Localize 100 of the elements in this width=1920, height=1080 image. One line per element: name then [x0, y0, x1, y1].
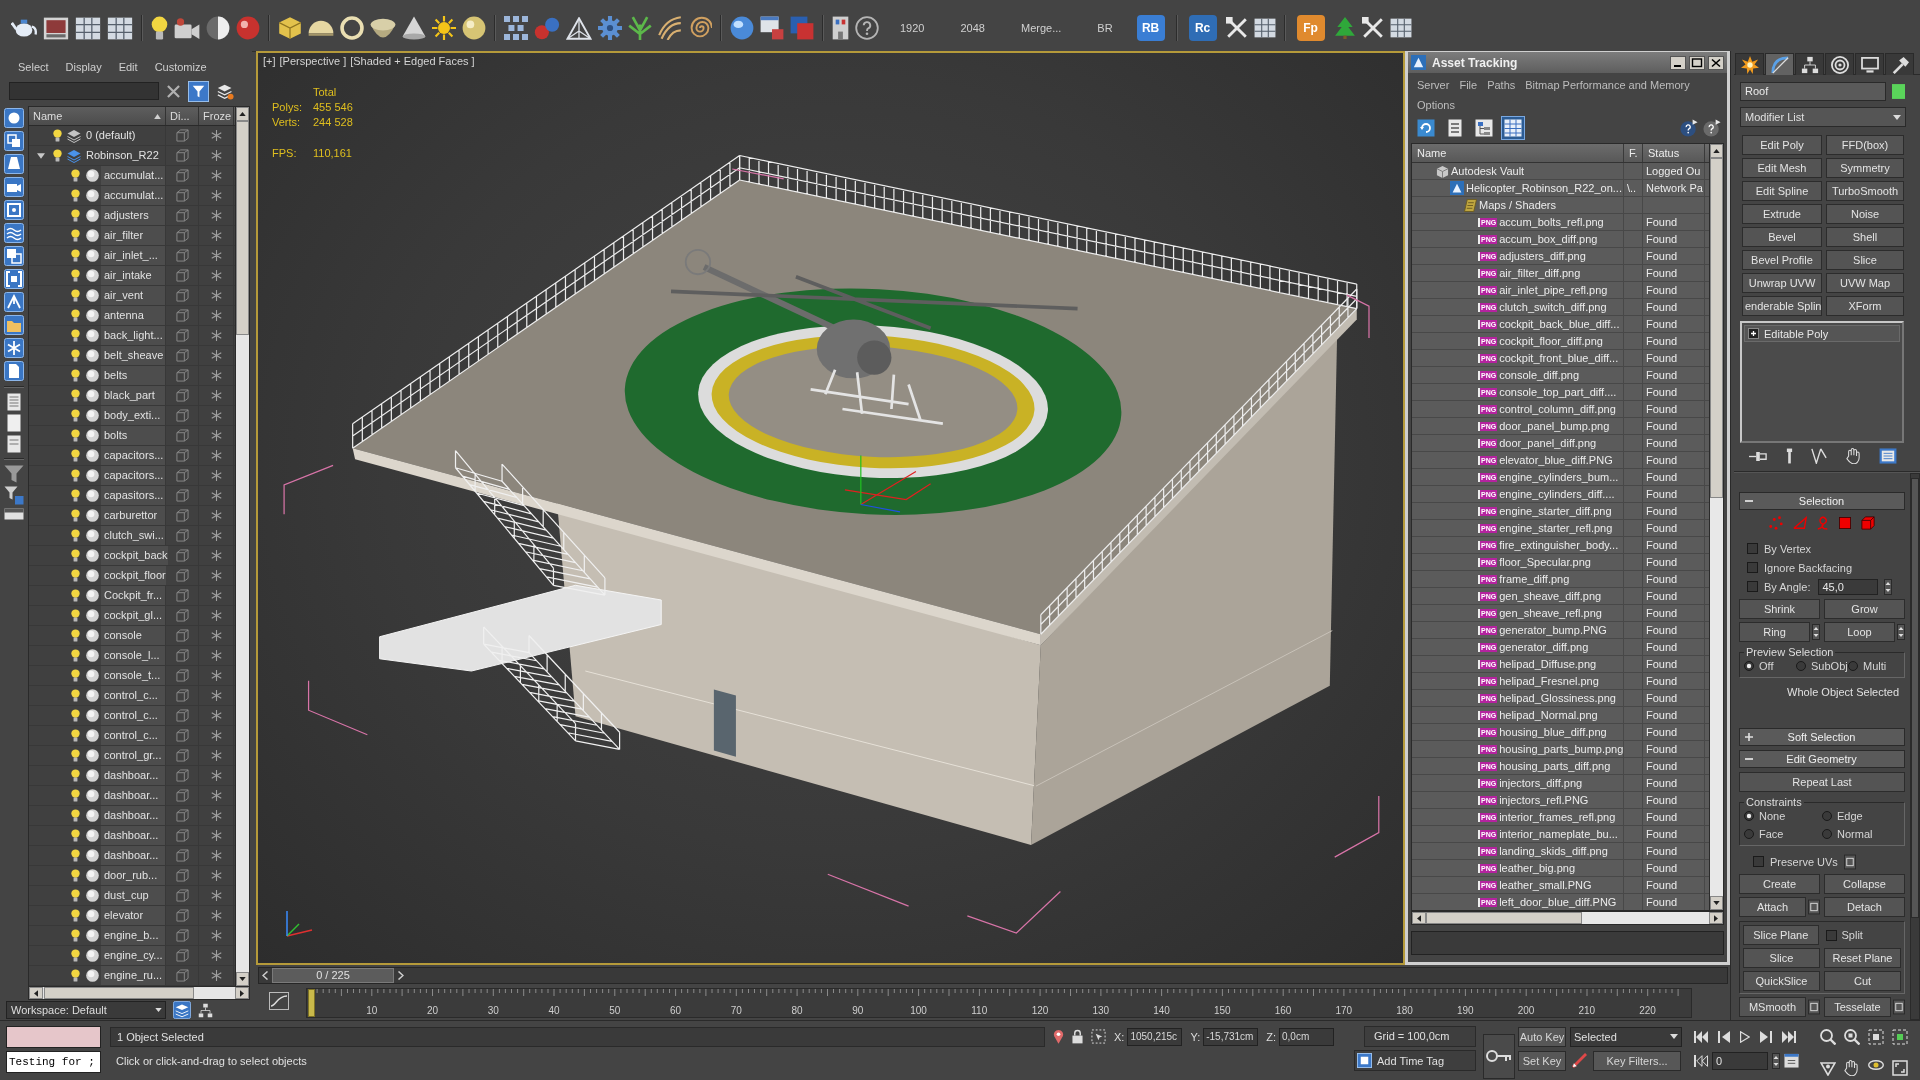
snowflake-icon[interactable] [210, 390, 222, 401]
cube-icon[interactable] [175, 669, 189, 682]
bulb-icon[interactable] [70, 769, 80, 782]
sphere-icon[interactable] [85, 629, 99, 642]
column-header[interactable]: Name [33, 110, 63, 122]
angle-field[interactable]: 45,0 [1818, 578, 1879, 595]
asset-name[interactable]: leather_big.png [1499, 862, 1575, 874]
scrollbar-thumb[interactable] [1426, 912, 1582, 924]
step-forward-icon[interactable] [1760, 1030, 1772, 1043]
play-icon[interactable] [1740, 1030, 1750, 1043]
asset-name[interactable]: engine_starter_diff.png [1499, 505, 1612, 517]
scroll-left-icon[interactable] [1417, 914, 1421, 922]
asset-name[interactable]: left_door_blue_diff.PNG [1499, 896, 1617, 908]
sphere-icon[interactable] [85, 569, 99, 582]
object-name[interactable]: cockpit_floor [101, 566, 166, 585]
asset-name[interactable]: helipad_Fresnel.png [1499, 675, 1599, 687]
asset-name[interactable]: air_filter_diff.png [1499, 267, 1581, 279]
rollout-header[interactable]: Edit Geometry [1739, 750, 1905, 768]
bulb-icon[interactable] [151, 16, 168, 40]
compass-icon[interactable] [4, 292, 24, 312]
object-name[interactable]: adjusters [101, 206, 165, 225]
asset-name[interactable]: housing_parts_bump.png [1499, 743, 1624, 755]
modifier-button[interactable]: XForm [1826, 296, 1904, 316]
checkbox[interactable] [1747, 543, 1758, 554]
modifier-button[interactable]: Extrude [1742, 204, 1822, 224]
cube-icon[interactable] [175, 469, 189, 482]
bulb-icon[interactable] [70, 409, 80, 422]
cube-icon[interactable] [175, 809, 189, 822]
cube-icon[interactable] [175, 449, 189, 462]
help-icon[interactable] [855, 16, 879, 40]
snowflake-icon[interactable] [210, 630, 222, 641]
cube-icon[interactable] [175, 569, 189, 582]
sphere-icon[interactable] [85, 909, 99, 922]
cube-icon[interactable] [175, 949, 189, 962]
star-icon[interactable] [1740, 55, 1759, 74]
plant-icon[interactable] [628, 16, 652, 40]
asset-name[interactable]: cockpit_floor_diff.png [1499, 335, 1603, 347]
object-name[interactable]: dashboar... [101, 786, 165, 805]
sphere-icon[interactable] [85, 389, 99, 402]
object-name[interactable]: engine_b... [101, 926, 165, 945]
toolbar-button[interactable]: 1920 [885, 15, 940, 41]
scroll-down-icon[interactable] [239, 977, 246, 981]
menu-item[interactable]: Edit [110, 60, 147, 73]
cube-icon[interactable] [175, 429, 189, 442]
snowflake-icon[interactable] [210, 430, 222, 441]
asset-name[interactable]: generator_bump.PNG [1499, 624, 1607, 636]
cube-icon[interactable] [175, 529, 189, 542]
hierarchy-icon[interactable] [198, 1002, 213, 1018]
modifier-button[interactable]: Bevel [1742, 227, 1822, 247]
dropdown-arrow-icon[interactable] [155, 1008, 162, 1012]
sphere-icon[interactable] [85, 509, 99, 522]
bulb-icon[interactable] [70, 629, 80, 642]
scroll-up-icon[interactable] [239, 112, 246, 116]
asset-name[interactable]: console_top_part_diff.... [1499, 386, 1617, 398]
cube-icon[interactable] [175, 649, 189, 662]
menu-item[interactable]: Display [57, 60, 111, 73]
object-name[interactable]: dashboar... [101, 766, 165, 785]
extents-icon[interactable] [1892, 1029, 1908, 1045]
object-name[interactable]: dashboar... [101, 826, 165, 845]
sphere-icon[interactable] [85, 829, 99, 842]
snowflake-icon[interactable] [210, 950, 222, 961]
settings-box-icon[interactable] [1843, 853, 1856, 870]
grid-icon[interactable] [75, 16, 101, 40]
layers-icon[interactable] [173, 1001, 191, 1019]
bulb-icon[interactable] [70, 709, 80, 722]
snowflake-icon[interactable] [210, 170, 222, 181]
object-name[interactable]: dust_cup [101, 886, 165, 905]
cube-icon[interactable] [175, 369, 189, 382]
sun-icon[interactable] [432, 16, 456, 40]
help-icon[interactable] [1703, 119, 1721, 137]
magnifier-icon[interactable] [1820, 1029, 1836, 1045]
bulb-icon[interactable] [70, 549, 80, 562]
cube-icon[interactable] [175, 309, 189, 322]
bulb-icon[interactable] [70, 749, 80, 762]
rollout-header[interactable]: Selection [1739, 492, 1905, 510]
sphere-icon[interactable] [85, 669, 99, 682]
window-icon[interactable] [760, 16, 784, 40]
camera-icon[interactable] [4, 177, 24, 197]
asset-name[interactable]: helipad_Normal.png [1499, 709, 1598, 721]
lock-icon[interactable] [1072, 1029, 1083, 1044]
object-name[interactable]: clutch_swi... [101, 526, 165, 545]
snowflake-icon[interactable] [210, 270, 222, 281]
filter-icon[interactable] [188, 80, 209, 102]
cube-icon[interactable] [175, 409, 189, 422]
sphere-icon[interactable] [85, 269, 99, 282]
modifier-button[interactable]: UVW Map [1826, 273, 1904, 293]
object-name[interactable]: antenna [101, 306, 165, 325]
layers-icon[interactable] [67, 128, 81, 143]
asset-name[interactable]: accum_box_diff.png [1499, 233, 1598, 245]
cube-icon[interactable] [175, 589, 189, 602]
grid-icon[interactable] [1389, 18, 1412, 38]
checkbox[interactable] [1753, 856, 1764, 867]
asset-name[interactable]: frame_diff.png [1499, 573, 1570, 585]
tree-icon[interactable] [1333, 17, 1356, 39]
sphere-icon[interactable] [85, 689, 99, 702]
toolbar-button[interactable]: BR [1082, 15, 1128, 41]
cube-icon[interactable] [175, 209, 189, 222]
chevron-left-icon[interactable] [262, 971, 268, 980]
auto-key-button[interactable]: Auto Key [1518, 1026, 1566, 1047]
asset-name[interactable]: engine_cylinders_bum... [1499, 471, 1619, 483]
